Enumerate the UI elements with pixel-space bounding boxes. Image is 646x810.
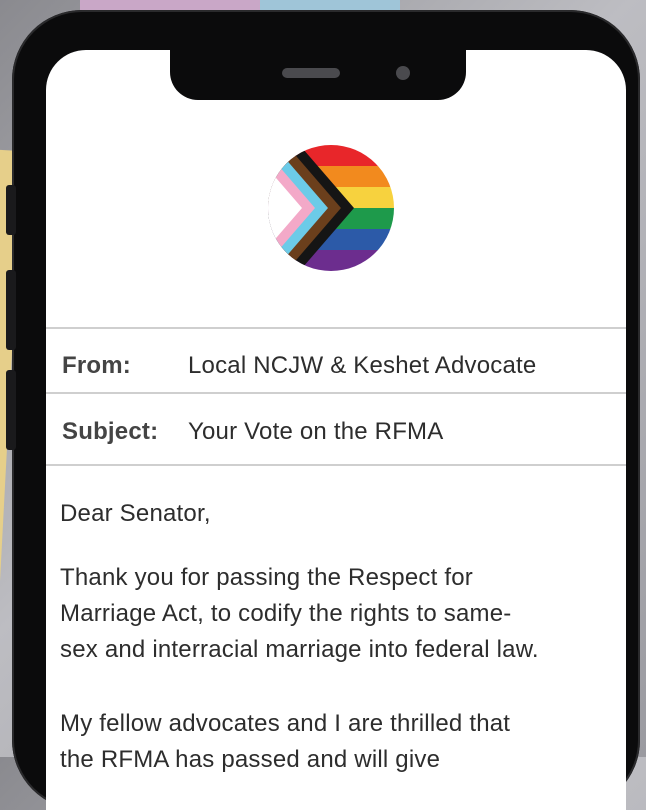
phone-frame: From: Local NCJW & Keshet Advocate Subje… [6, 10, 640, 810]
from-label: From: [62, 352, 131, 379]
divider [46, 392, 626, 394]
paragraph-line[interactable]: sex and interracial marriage into federa… [60, 632, 620, 668]
speaker-icon [282, 68, 340, 78]
paragraph-line[interactable]: Marriage Act, to codify the rights to sa… [60, 596, 620, 632]
flag-stripe [268, 250, 394, 271]
paragraph-line[interactable]: My fellow advocates and I are thrilled t… [60, 706, 620, 742]
paragraph-line[interactable]: Thank you for passing the Respect for [60, 560, 620, 596]
divider [46, 464, 626, 466]
email-screen: From: Local NCJW & Keshet Advocate Subje… [46, 50, 626, 810]
paragraph-line[interactable]: the RFMA has passed and will give [60, 742, 620, 778]
subject-value[interactable]: Your Vote on the RFMA [188, 418, 443, 446]
from-value[interactable]: Local NCJW & Keshet Advocate [188, 352, 536, 380]
phone-side-button [6, 270, 16, 350]
phone-side-button [6, 185, 16, 235]
camera-icon [396, 66, 410, 80]
divider [46, 327, 626, 329]
background-strip [260, 0, 400, 10]
phone-notch [170, 50, 466, 100]
progress-pride-flag-icon [268, 145, 394, 271]
subject-label: Subject: [62, 418, 159, 445]
greeting-text[interactable]: Dear Senator, [60, 496, 620, 532]
phone-side-button [6, 370, 16, 450]
